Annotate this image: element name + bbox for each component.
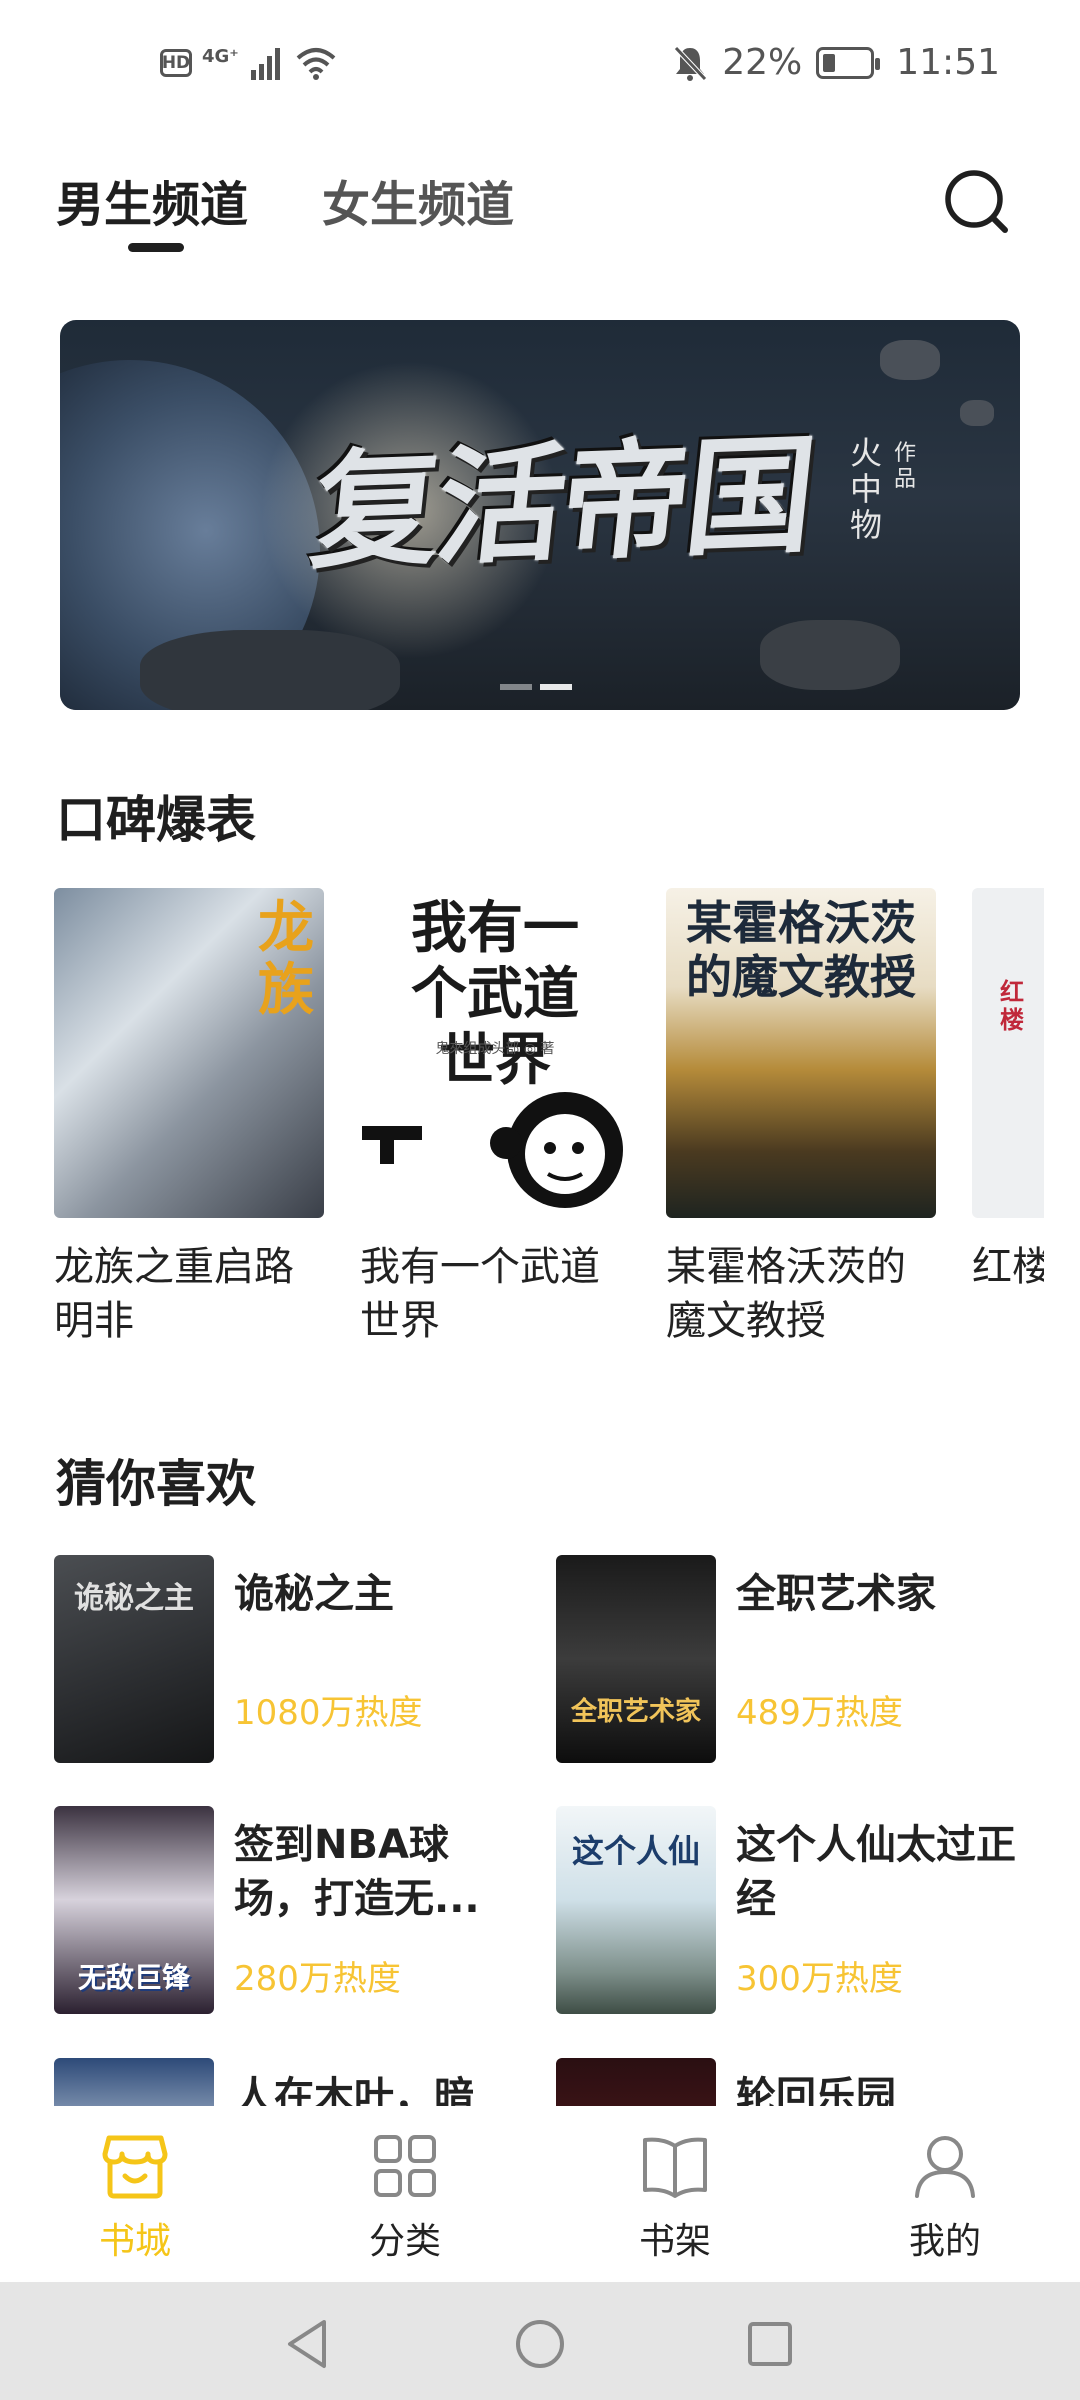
grid-book-item[interactable]: 全职艺术家 全职艺术家 489万热度 <box>556 1555 1026 1765</box>
book-card[interactable]: 龙族 龙族之重启路明非 <box>54 888 326 1348</box>
status-right: 22% 11:51 <box>672 42 1000 83</box>
banner-title: 复活帝国 <box>304 421 819 588</box>
nav-item-store[interactable]: 书城 <box>55 2132 215 2264</box>
book-thumb <box>54 2058 214 2106</box>
book-card[interactable]: 红楼 红楼 <box>972 888 1044 1294</box>
recents-icon[interactable] <box>746 2318 794 2370</box>
thumb-title: 无敌巨锋 <box>77 1961 190 1994</box>
signal-icon <box>250 48 280 80</box>
store-icon <box>102 2135 168 2199</box>
book-title: 龙族之重启路明非 <box>54 1244 294 1344</box>
grid-book-item[interactable]: 这个人仙 这个人仙太过正经 300万热度 <box>556 1806 1026 2016</box>
bottom-nav: 书城 分类 书架 我的 <box>0 2110 1080 2280</box>
cover-author: 鬼來组成头部 ◎ 著 <box>435 1041 555 1057</box>
book-cover: 某霍格沃茨的魔文教授 <box>666 888 936 1218</box>
book-heat: 1080万热度 <box>234 1693 423 1733</box>
banner-author-name: 火中物 <box>850 434 883 544</box>
book-heat: 300万热度 <box>736 1959 903 1999</box>
tab-active-indicator <box>128 243 184 252</box>
book-card[interactable]: 某霍格沃茨的魔文教授 某霍格沃茨的魔文教授 <box>666 888 938 1348</box>
home-icon[interactable] <box>514 2318 566 2370</box>
banner-pagination <box>500 684 572 690</box>
user-icon <box>915 2136 975 2198</box>
search-icon[interactable] <box>942 167 1010 235</box>
book-title: 我有一个武道世界 <box>360 1244 600 1344</box>
back-icon[interactable] <box>284 2318 332 2370</box>
pagination-dot <box>500 684 532 690</box>
banner-author-tag: 作品 <box>894 441 917 492</box>
cover-title: 红楼 <box>1000 978 1024 1034</box>
nav-label: 我的 <box>908 2221 981 2262</box>
grid-book-item[interactable]: 轮回乐园 <box>556 2058 1026 2106</box>
nav-label: 书架 <box>638 2221 711 2262</box>
grid-book-item[interactable]: 人在木叶，暗 <box>54 2058 524 2106</box>
hd-badge: HD <box>160 49 192 77</box>
panda-meme-art <box>362 1092 623 1208</box>
thumb-title: 全职艺术家 <box>570 1697 701 1727</box>
cover-title: 龙族 <box>258 896 314 1023</box>
mute-bell-icon <box>674 45 708 81</box>
cover-title: 我有一个武道世界 <box>411 896 579 1093</box>
book-cover: 龙族 <box>54 888 324 1218</box>
nav-label: 分类 <box>368 2221 441 2262</box>
wifi-icon <box>296 48 336 80</box>
nav-item-bookshelf[interactable]: 书架 <box>595 2132 755 2264</box>
book-card[interactable]: 我有一个武道世界 鬼來组成头部 ◎ 著 我有一个武道世界 <box>360 888 632 1348</box>
popular-books-carousel[interactable]: 龙族 龙族之重启路明非 我有一个武道世界 鬼來组成头部 ◎ 著 我有一个武道世界… <box>54 888 1044 1358</box>
thumb-title: 这个人仙 <box>571 1832 700 1870</box>
status-left: HD 4G⁺ <box>160 46 337 80</box>
asteroid <box>140 630 400 710</box>
book-title: 轮回乐园 <box>736 2074 896 2106</box>
book-heat: 489万热度 <box>736 1693 903 1733</box>
cover-title: 某霍格沃茨的魔文教授 <box>686 896 916 1004</box>
asteroid <box>760 620 900 690</box>
book-thumb: 这个人仙 <box>556 1806 716 2014</box>
book-cover: 我有一个武道世界 鬼來组成头部 ◎ 著 <box>360 888 630 1218</box>
grid-book-item[interactable]: 无敌巨锋 签到NBA球场，打造无... 280万热度 <box>54 1806 524 2016</box>
section-title-guess: 猜你喜欢 <box>56 1455 256 1513</box>
status-bar: HD 4G⁺ 22% 11:51 <box>0 0 1080 130</box>
section-title-popular: 口碑爆表 <box>56 791 256 849</box>
clock: 11:51 <box>896 42 1000 83</box>
book-title: 红楼 <box>972 1244 1044 1290</box>
banner-author: 火中物 作品 <box>850 435 960 543</box>
asteroid <box>960 400 994 426</box>
tab-female-channel[interactable]: 女生频道 <box>322 165 514 235</box>
battery-icon <box>816 46 881 79</box>
grid-icon <box>374 2135 436 2197</box>
book-thumb <box>556 2058 716 2106</box>
book-icon <box>643 2137 707 2198</box>
book-cover: 红楼 <box>972 888 1044 1218</box>
thumb-title: 诡秘之主 <box>74 1581 194 1616</box>
book-thumb: 无敌巨锋 <box>54 1806 214 2014</box>
battery-percent: 22% <box>722 42 803 83</box>
book-thumb: 全职艺术家 <box>556 1555 716 1763</box>
tab-label: 男生频道 <box>56 177 249 233</box>
asteroid <box>880 340 940 380</box>
book-title: 某霍格沃茨的魔文教授 <box>666 1244 906 1344</box>
grid-book-item[interactable]: 诡秘之主 诡秘之主 1080万热度 <box>54 1555 524 1765</box>
nav-item-mine[interactable]: 我的 <box>865 2132 1025 2264</box>
book-title: 签到NBA球场，打造无... <box>234 1822 480 1922</box>
book-title: 诡秘之主 <box>234 1571 394 1617</box>
nav-item-category[interactable]: 分类 <box>325 2132 485 2264</box>
pagination-dot-active <box>540 684 572 690</box>
tab-label: 女生频道 <box>322 177 515 233</box>
channel-tabs: 男生频道 女生频道 <box>56 165 514 252</box>
tab-male-channel[interactable]: 男生频道 <box>56 165 249 252</box>
book-title: 人在木叶，暗 <box>234 2074 474 2106</box>
book-heat: 280万热度 <box>234 1959 401 1999</box>
book-thumb: 诡秘之主 <box>54 1555 214 1763</box>
book-title: 这个人仙太过正经 <box>736 1822 1016 1922</box>
promo-banner[interactable]: 复活帝国 火中物 作品 <box>60 320 1020 710</box>
nav-label: 书城 <box>98 2221 171 2262</box>
network-type: 4G⁺ <box>202 45 239 67</box>
system-nav-bar <box>0 2282 1080 2400</box>
book-title: 全职艺术家 <box>736 1571 936 1617</box>
